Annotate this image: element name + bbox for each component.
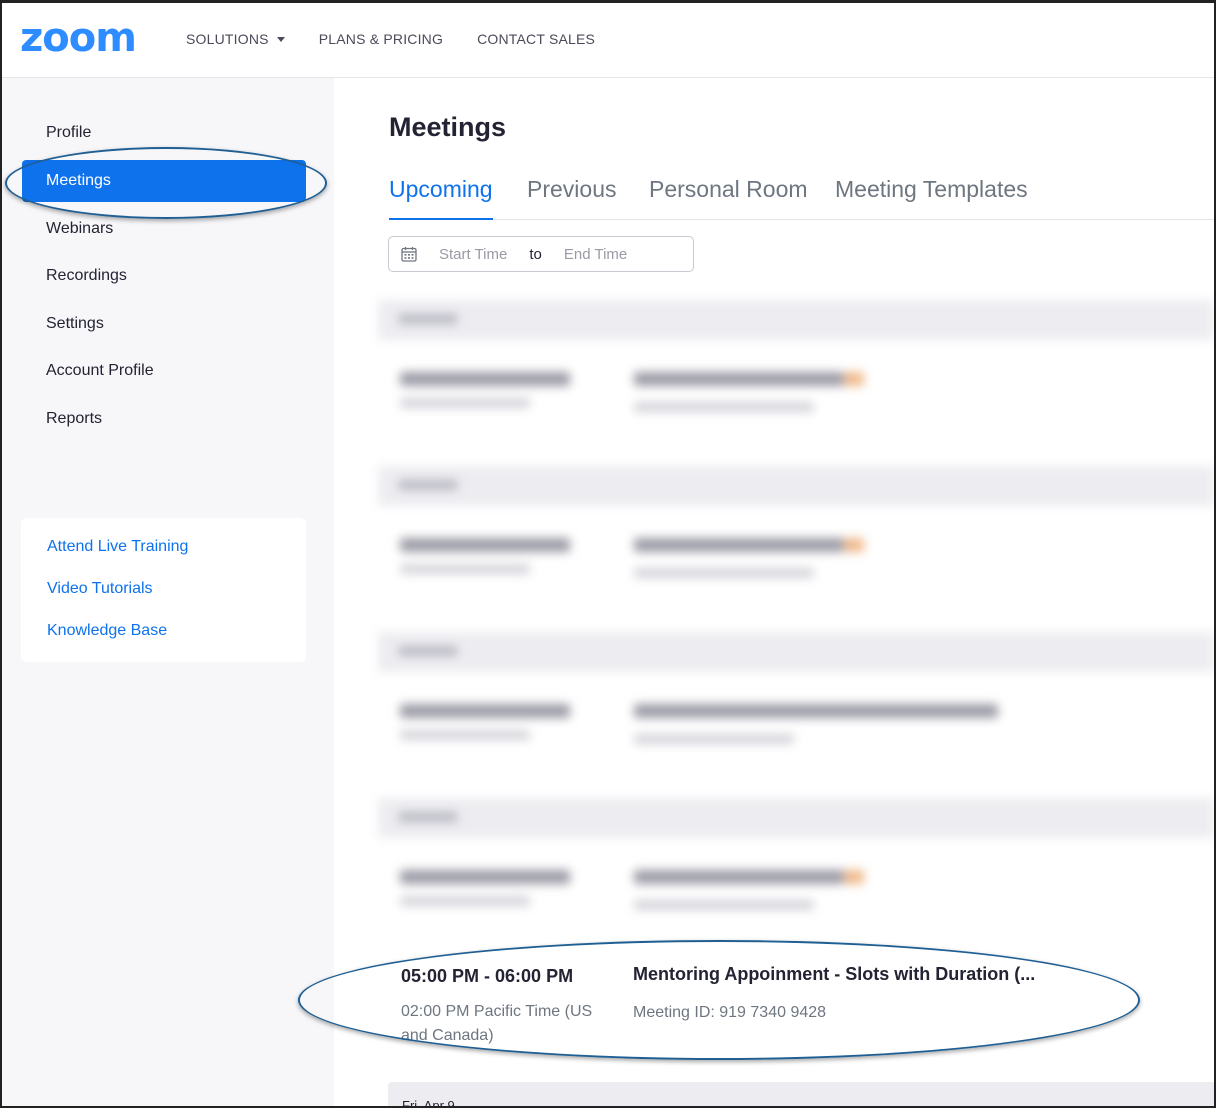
sidebar-item-webinars[interactable]: Webinars <box>22 208 306 250</box>
sidebar: Profile Meetings Webinars Recordings Set… <box>2 78 334 1108</box>
start-time-input[interactable]: Start Time <box>439 246 507 263</box>
link-attend-live-training[interactable]: Attend Live Training <box>47 536 306 578</box>
blurred-group-header <box>378 300 1214 340</box>
nav-solutions[interactable]: SOLUTIONS <box>186 31 285 47</box>
end-time-input[interactable]: End Time <box>564 246 627 263</box>
sidebar-item-meetings[interactable]: Meetings <box>22 160 306 202</box>
sidebar-item-account-profile[interactable]: Account Profile <box>22 350 306 392</box>
blurred-group-header <box>378 632 1214 672</box>
page-title: Meetings <box>389 112 507 142</box>
sidebar-item-settings[interactable]: Settings <box>22 303 306 345</box>
meeting-id: Meeting ID: 919 7340 9428 <box>633 1004 827 1021</box>
date-range-separator: to <box>529 245 542 263</box>
tab-upcoming[interactable]: Upcoming <box>389 174 493 220</box>
meeting-group-header: Fri, Apr 9 <box>388 1082 1214 1108</box>
meeting-group-date: Fri, Apr 9 <box>402 1098 455 1108</box>
sidebar-item-profile[interactable]: Profile <box>22 112 306 154</box>
nav-solutions-label: SOLUTIONS <box>186 31 269 47</box>
blurred-group-header <box>378 466 1214 506</box>
meeting-time-range: 05:00 PM - 06:00 PM <box>401 966 574 986</box>
link-knowledge-base[interactable]: Knowledge Base <box>47 620 306 662</box>
help-links-box: Attend Live Training Video Tutorials Kno… <box>21 518 306 662</box>
zoom-logo[interactable]: zoom <box>20 18 137 58</box>
meeting-tabs: Upcoming Previous Personal Room Meeting … <box>389 174 1216 220</box>
caret-down-icon <box>276 36 285 42</box>
tab-previous[interactable]: Previous <box>527 174 616 220</box>
date-range-picker[interactable]: Start Time to End Time <box>388 236 694 272</box>
meeting-timezone: 02:00 PM Pacific Time (US and Canada) <box>401 1003 593 1044</box>
meeting-title-link[interactable]: Mentoring Appoinment - Slots with Durati… <box>633 964 1035 985</box>
nav-contact-sales[interactable]: CONTACT SALES <box>477 31 595 47</box>
top-navigation-bar: zoom SOLUTIONS PLANS & PRICING CONTACT S… <box>0 0 1216 78</box>
sidebar-item-recordings[interactable]: Recordings <box>22 255 306 297</box>
sidebar-item-reports[interactable]: Reports <box>22 398 306 440</box>
top-nav: SOLUTIONS PLANS & PRICING CONTACT SALES <box>186 31 595 47</box>
nav-plans-pricing[interactable]: PLANS & PRICING <box>319 31 443 47</box>
tab-meeting-templates[interactable]: Meeting Templates <box>835 174 1028 220</box>
calendar-icon <box>401 247 417 262</box>
main-content: Meetings Upcoming Previous Personal Room… <box>334 78 1216 1108</box>
blurred-meeting-list <box>378 284 1214 944</box>
blurred-group-header <box>378 798 1214 838</box>
tab-personal-room[interactable]: Personal Room <box>649 174 808 220</box>
link-video-tutorials[interactable]: Video Tutorials <box>47 578 306 620</box>
